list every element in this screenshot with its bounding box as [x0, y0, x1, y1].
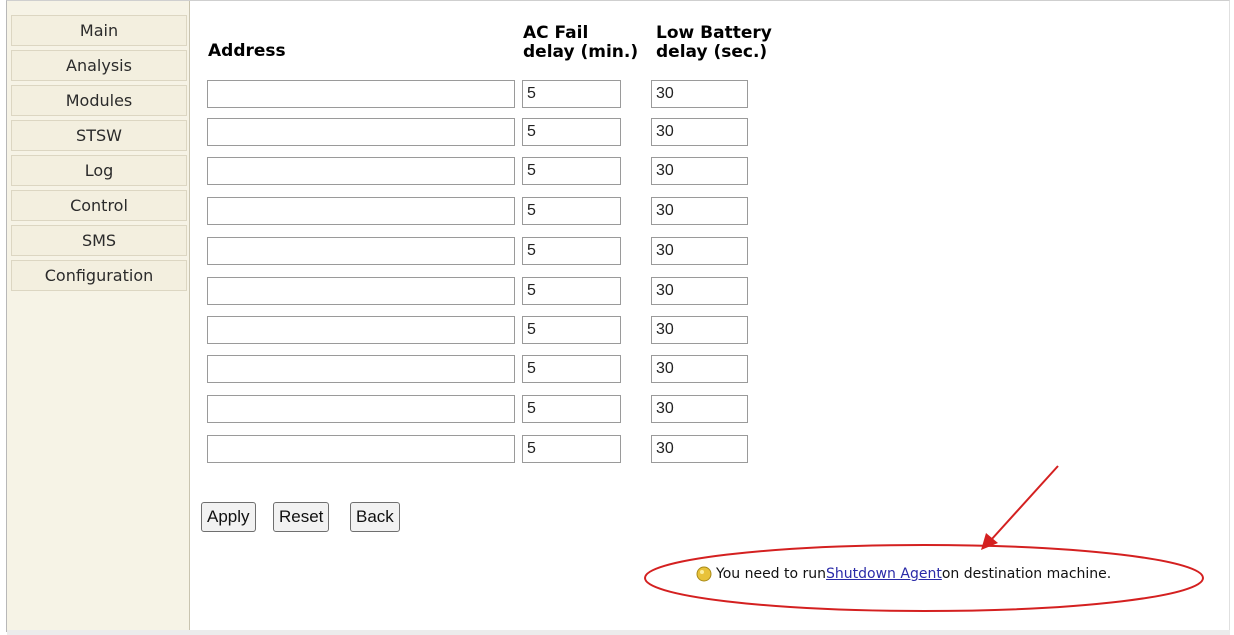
annotation-overlay	[644, 465, 1204, 612]
bottom-status-bar	[7, 630, 1230, 635]
highlight-ellipse	[644, 544, 1204, 612]
annotation-arrow-line	[990, 465, 1059, 541]
